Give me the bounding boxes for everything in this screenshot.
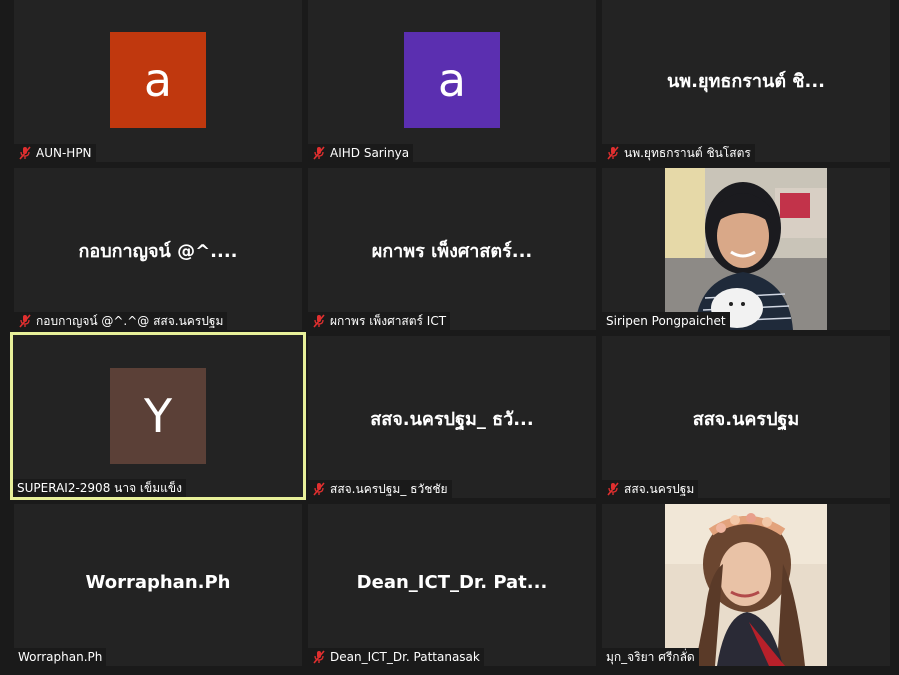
avatar-letter: a xyxy=(143,53,173,107)
participant-name-tag: Siripen Pongpaichet xyxy=(602,312,730,330)
participant-name: สสจ.นครปฐม_ ธวัชชัย xyxy=(330,482,448,496)
person-photo-image xyxy=(665,168,827,330)
avatar: a xyxy=(404,32,500,128)
participant-video-photo xyxy=(665,504,827,666)
person-photo-image xyxy=(665,504,827,666)
participant-tile-nakhonpathom[interactable]: สสจ.นครปฐม สสจ.นครปฐม xyxy=(602,336,890,498)
participant-name-tag: ผกาพร เพ็งศาสตร์ ICT xyxy=(308,312,451,330)
participant-name-tag: AIHD Sarinya xyxy=(308,144,414,162)
participant-display-name: ผกาพร เพ็งศาสตร์... xyxy=(371,241,533,262)
participant-tile-jariya[interactable]: มุก_จริยา ศรีกลั่ด xyxy=(602,504,890,666)
participant-video-photo xyxy=(665,168,827,330)
participant-name-tag: กอบกาญจน์ @^.^@ สสจ.นครปฐม xyxy=(14,312,228,330)
participant-tile-yuttakran[interactable]: นพ.ยุทธกรานต์ ชิ... นพ.ยุทธกรานต์ ชินโสต… xyxy=(602,0,890,162)
participant-name: สสจ.นครปฐม xyxy=(624,482,695,496)
participant-name: กอบกาญจน์ @^.^@ สสจ.นครปฐม xyxy=(36,314,224,328)
participant-name-tag: สสจ.นครปฐม xyxy=(602,480,699,498)
mic-muted-icon xyxy=(313,482,325,496)
participant-name-tag: มุก_จริยา ศรีกลั่ด xyxy=(602,648,699,666)
participant-name-tag: AUN-HPN xyxy=(14,144,96,162)
mic-muted-icon xyxy=(313,146,325,160)
mic-muted-icon xyxy=(313,314,325,328)
participant-tile-dean-ict[interactable]: Dean_ICT_Dr. Pat... Dean_ICT_Dr. Pattana… xyxy=(308,504,596,666)
participant-name: ผกาพร เพ็งศาสตร์ ICT xyxy=(330,314,447,328)
participant-name: Dean_ICT_Dr. Pattanasak xyxy=(330,650,480,664)
mic-muted-icon xyxy=(607,146,619,160)
participant-name: นพ.ยุทธกรานต์ ชินโสตร xyxy=(624,146,751,160)
participant-name: SUPERAI2-2908 นาจ เข็มแข็ง xyxy=(17,481,182,495)
mic-muted-icon xyxy=(607,482,619,496)
participant-name-tag: นพ.ยุทธกรานต์ ชินโสตร xyxy=(602,144,755,162)
participant-display-name: นพ.ยุทธกรานต์ ชิ... xyxy=(666,71,826,92)
video-grid: a AUN-HPN a AIHD Sarinya นพ.ยุทธกรานต์ ช… xyxy=(0,0,899,675)
mic-muted-icon xyxy=(19,146,31,160)
participant-display-name: กอบกาญจน์ @^.... xyxy=(78,241,238,262)
participant-name: AUN-HPN xyxy=(36,146,92,160)
participant-display-name: สสจ.นครปฐม xyxy=(692,409,800,430)
participant-name-tag: SUPERAI2-2908 นาจ เข็มแข็ง xyxy=(13,479,186,497)
participant-display-name: สสจ.นครปฐม_ ธวั... xyxy=(370,409,534,430)
participant-tile-tawatchai[interactable]: สสจ.นครปฐม_ ธวั... สสจ.นครปฐม_ ธวัชชัย xyxy=(308,336,596,498)
participant-display-name: Worraphan.Ph xyxy=(85,572,231,593)
participant-display-name: Dean_ICT_Dr. Pat... xyxy=(356,572,548,593)
participant-name: Siripen Pongpaichet xyxy=(606,314,726,328)
participant-tile-kobkan[interactable]: กอบกาญจน์ @^.... กอบกาญจน์ @^.^@ สสจ.นคร… xyxy=(14,168,302,330)
participant-name-tag: สสจ.นครปฐม_ ธวัชชัย xyxy=(308,480,452,498)
mic-muted-icon xyxy=(19,314,31,328)
participant-name: AIHD Sarinya xyxy=(330,146,410,160)
avatar: a xyxy=(110,32,206,128)
participant-tile-aun-hpn[interactable]: a AUN-HPN xyxy=(14,0,302,162)
avatar: Y xyxy=(110,368,206,464)
participant-name: มุก_จริยา ศรีกลั่ด xyxy=(606,650,695,664)
participant-name: Worraphan.Ph xyxy=(18,650,103,664)
participant-tile-superai-active-speaker[interactable]: Y SUPERAI2-2908 นาจ เข็มแข็ง xyxy=(10,332,306,500)
participant-tile-pakaporn[interactable]: ผกาพร เพ็งศาสตร์... ผกาพร เพ็งศาสตร์ ICT xyxy=(308,168,596,330)
participant-tile-siripen[interactable]: Siripen Pongpaichet xyxy=(602,168,890,330)
participant-tile-worraphan[interactable]: Worraphan.Ph Worraphan.Ph xyxy=(14,504,302,666)
participant-tile-aihd-sarinya[interactable]: a AIHD Sarinya xyxy=(308,0,596,162)
avatar-letter: Y xyxy=(143,389,173,443)
participant-name-tag: Dean_ICT_Dr. Pattanasak xyxy=(308,648,484,666)
mic-muted-icon xyxy=(313,650,325,664)
avatar-letter: a xyxy=(437,53,467,107)
participant-name-tag: Worraphan.Ph xyxy=(14,648,107,666)
